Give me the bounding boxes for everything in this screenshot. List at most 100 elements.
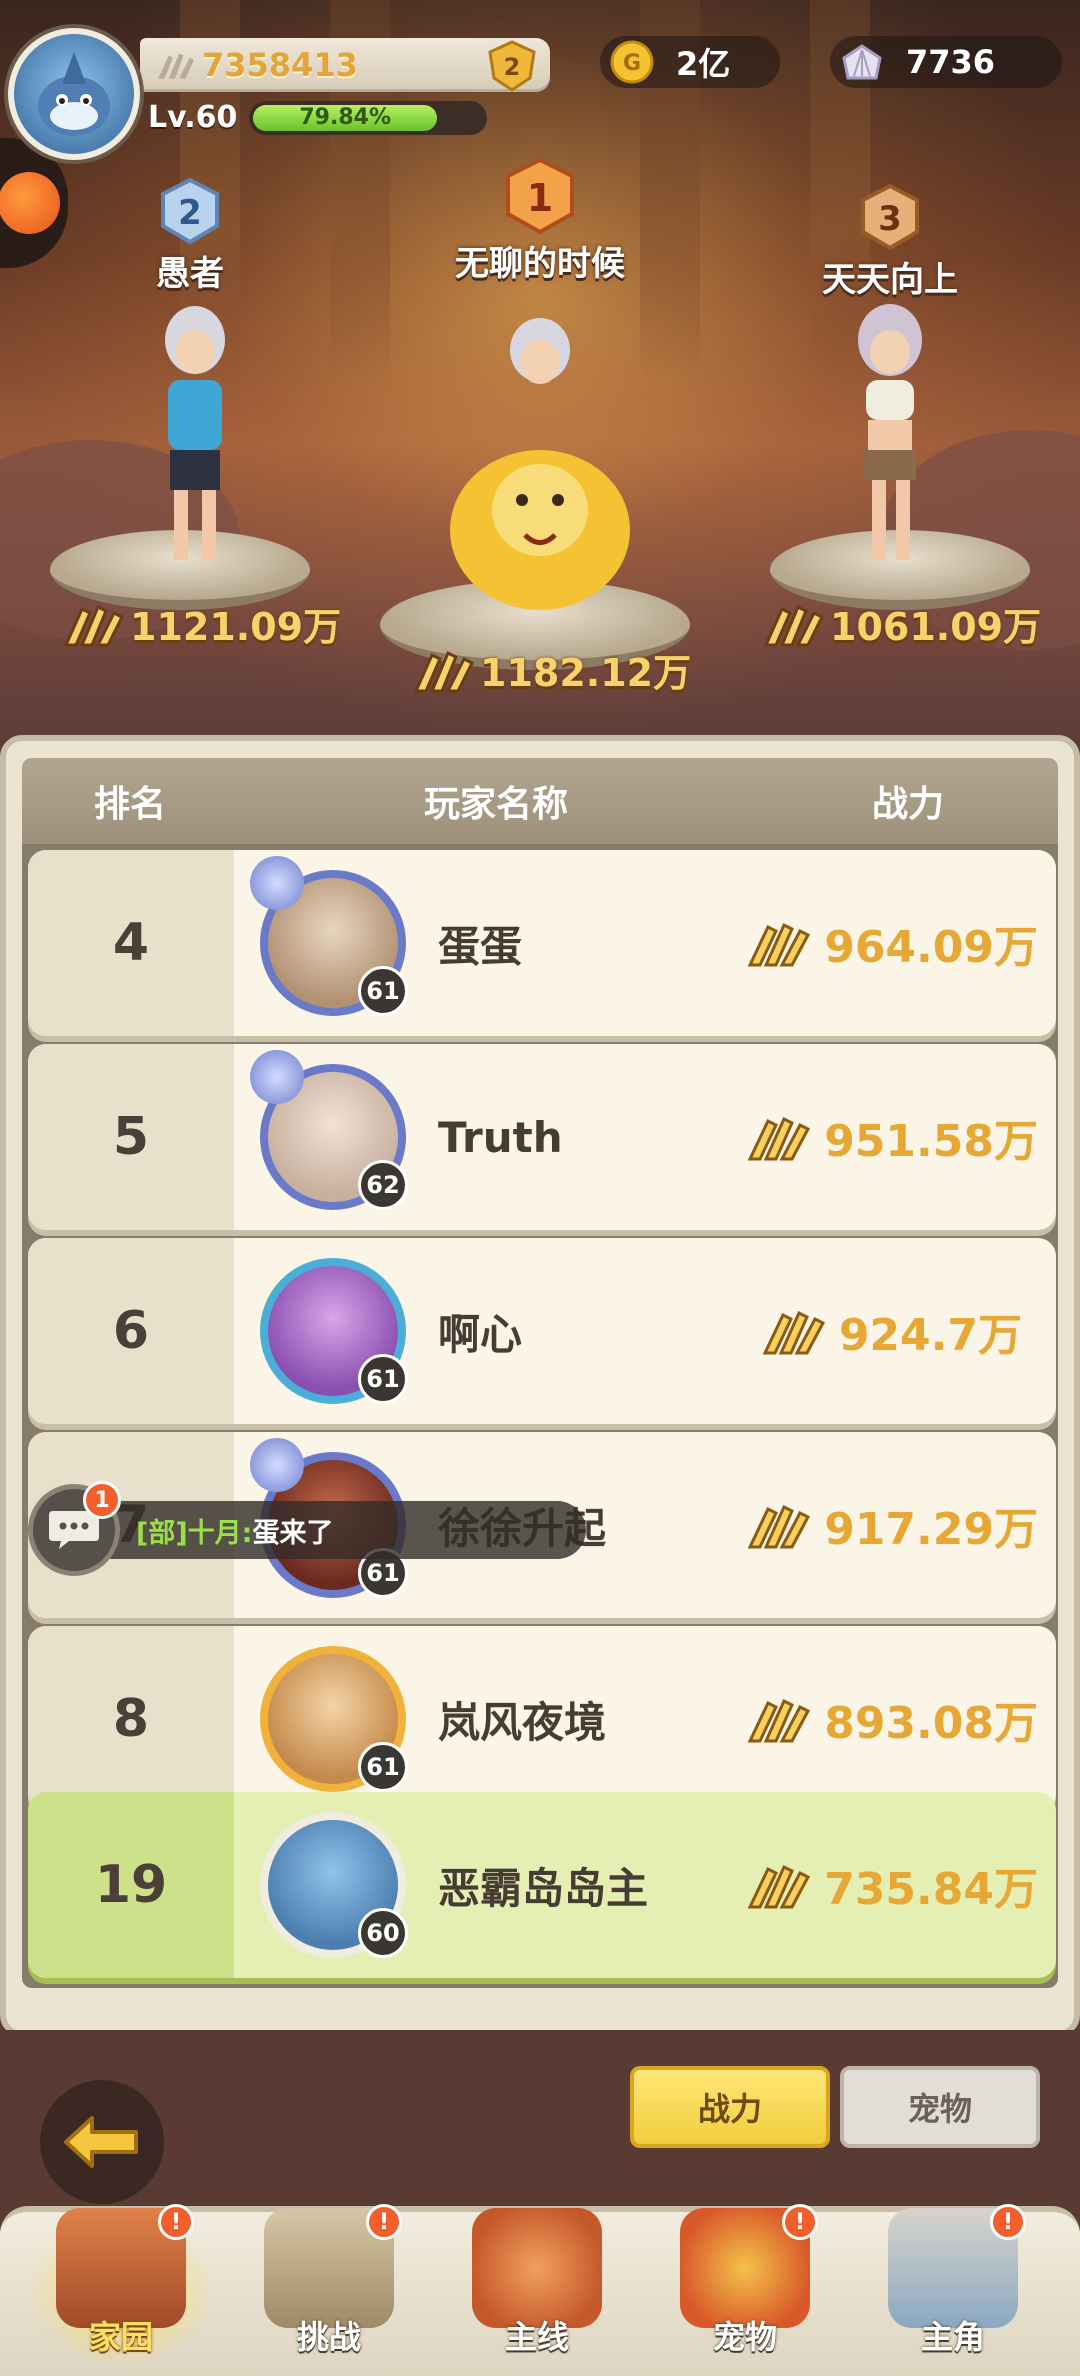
nav-home[interactable]: ! 家园 [26, 2200, 216, 2376]
podium-name-1: 无聊的时候 [455, 244, 625, 284]
svg-text:2: 2 [504, 53, 521, 81]
podium-name-2: 愚者 [156, 254, 224, 294]
claw-icon [762, 1310, 825, 1355]
gold-medal-icon: 1 [506, 157, 574, 235]
claw-icon [747, 1698, 811, 1743]
shark-avatar-icon [38, 52, 110, 136]
podium-power-2: 1121.09万 [60, 596, 341, 651]
notify-badge: ! [158, 2204, 194, 2240]
claw-icon [747, 1116, 811, 1161]
flower-frame-icon [250, 1050, 304, 1104]
power-value: 951.58万 [744, 1044, 1038, 1230]
podium-rank-2[interactable]: 2 愚者 [90, 176, 290, 295]
main-quest-icon [472, 2208, 602, 2328]
gold-amount: 2亿 [676, 45, 731, 83]
chat-unread-badge: 1 [83, 1481, 121, 1519]
nav-pet[interactable]: ! 宠物 [660, 2200, 830, 2376]
table-row[interactable]: 5 62 Truth 951.58万 [28, 1044, 1056, 1230]
shell-amount: 7736 [906, 43, 996, 81]
exp-bar-fill: 79.84% [253, 104, 437, 131]
character-figure [858, 304, 922, 560]
chat-button[interactable]: 1 [28, 1481, 121, 1576]
power-score: 7358413 [202, 46, 358, 84]
rank-shield-icon: 2 [488, 40, 536, 92]
svg-text:2: 2 [178, 193, 202, 233]
podium-power-1: 1182.12万 [410, 642, 691, 697]
table-header: 排名 玩家名称 战力 [22, 758, 1058, 844]
chat-channel: [部]十月: [136, 1517, 253, 1549]
tab-power[interactable]: 战力 [630, 2066, 830, 2148]
level-badge: 61 [358, 1742, 408, 1792]
svg-text:G: G [623, 51, 641, 76]
gold-coin-icon: G [610, 40, 654, 84]
player-name: 恶霸岛岛主 [438, 1863, 649, 1913]
level-badge: 60 [358, 1908, 408, 1958]
header-rank: 排名 [94, 784, 167, 825]
rank-cell: 4 [28, 850, 234, 1036]
podium-name-3: 天天向上 [822, 260, 958, 300]
claw-icon [63, 604, 125, 646]
claw-icon [158, 53, 194, 79]
flower-frame-icon [250, 1438, 304, 1492]
nav-hero[interactable]: ! 主角 [868, 2200, 1038, 2376]
player-avatar[interactable] [8, 28, 140, 160]
table-row[interactable]: 4 61 蛋蛋 964.09万 [28, 850, 1056, 1036]
pet-face-icon [0, 172, 60, 234]
rank-cell: 8 [28, 1626, 234, 1812]
player-name: 啊心 [438, 1309, 523, 1359]
character-on-lion [450, 318, 630, 610]
player-name: 岚风夜境 [438, 1697, 607, 1747]
power-score-bar: 7358413 2 [140, 38, 550, 92]
silver-medal-icon: 2 [161, 177, 219, 245]
exp-percent: 79.84% [299, 105, 391, 130]
character-figure [165, 306, 225, 560]
back-arrow-icon [64, 2116, 138, 2168]
claw-icon [747, 1504, 811, 1549]
rank-cell: 19 [28, 1792, 234, 1978]
bronze-medal-icon: 3 [861, 183, 919, 251]
notify-badge: ! [366, 2204, 402, 2240]
power-value: 917.29万 [744, 1432, 1038, 1618]
nav-main-quest[interactable]: 主线 [452, 2200, 622, 2376]
gold-currency[interactable]: G 2亿 [600, 36, 780, 88]
my-rank-row[interactable]: 19 60 恶霸岛岛主 735.84万 [28, 1792, 1056, 1978]
player-level: Lv.60 [148, 100, 238, 135]
power-value: 924.7万 [759, 1238, 1022, 1424]
podium-rank-1[interactable]: 1 无聊的时候 [420, 156, 660, 285]
power-value: 735.84万 [744, 1792, 1038, 1978]
notify-badge: ! [990, 2204, 1026, 2240]
power-value: 893.08万 [744, 1626, 1038, 1812]
nav-challenge[interactable]: ! 挑战 [244, 2200, 414, 2376]
claw-icon [747, 922, 811, 967]
rank-cell: 5 [28, 1044, 234, 1230]
rank-cell: 6 [28, 1238, 234, 1424]
level-row: Lv.60 79.84% [148, 100, 488, 135]
level-badge: 61 [358, 1354, 408, 1404]
claw-icon [413, 650, 475, 692]
table-row[interactable]: 6 61 啊心 924.7万 [28, 1238, 1056, 1424]
chat-bar[interactable]: 1 [部]十月: 蛋来了 [28, 1481, 586, 1576]
svg-text:3: 3 [878, 199, 902, 239]
flower-frame-icon [250, 856, 304, 910]
level-badge: 62 [358, 1160, 408, 1210]
back-button[interactable] [40, 2080, 164, 2204]
podium-rank-3[interactable]: 3 天天向上 [790, 182, 990, 301]
power-value: 964.09万 [744, 850, 1038, 1036]
chat-text: 蛋来了 [252, 1517, 334, 1549]
player-name: Truth [438, 1112, 563, 1162]
header-name: 玩家名称 [424, 784, 569, 825]
tab-pet[interactable]: 宠物 [840, 2066, 1040, 2148]
table-row[interactable]: 8 61 岚风夜境 893.08万 [28, 1626, 1056, 1812]
level-badge: 61 [358, 966, 408, 1016]
exp-bar: 79.84% [249, 100, 488, 135]
notify-badge: ! [782, 2204, 818, 2240]
chat-message[interactable]: [部]十月: 蛋来了 [110, 1501, 586, 1559]
header-power: 战力 [872, 784, 945, 825]
svg-text:1: 1 [527, 176, 553, 220]
podium-power-3: 1061.09万 [760, 596, 1041, 651]
claw-icon [747, 1864, 811, 1909]
player-name: 蛋蛋 [438, 921, 523, 971]
claw-icon [763, 604, 825, 646]
shell-currency[interactable]: 7736 [830, 36, 1062, 88]
shell-icon [842, 44, 882, 80]
